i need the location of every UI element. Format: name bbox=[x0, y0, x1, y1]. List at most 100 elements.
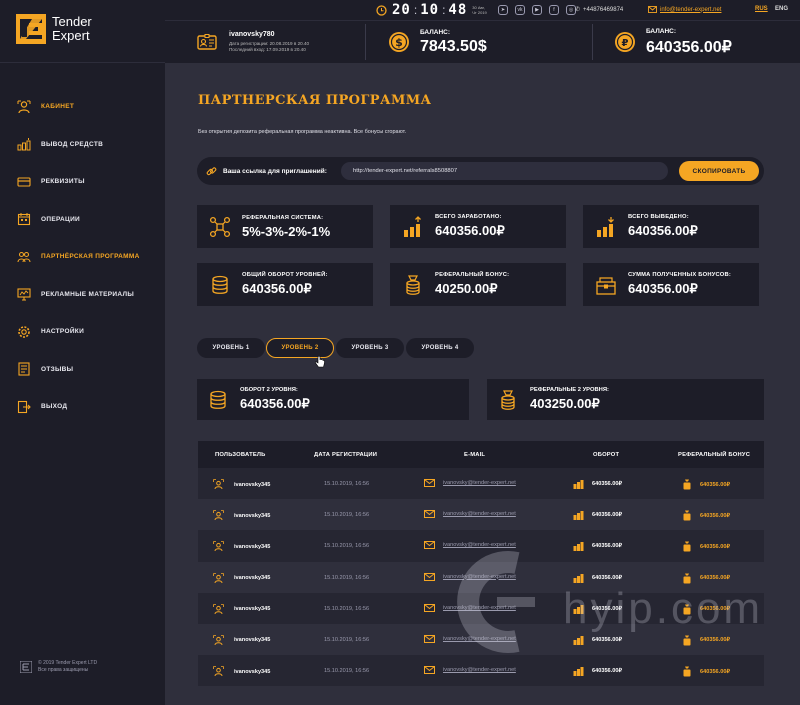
header-divider bbox=[365, 24, 366, 60]
cell-user-text: ivanovsky345 bbox=[234, 543, 271, 550]
dollar-coin-icon: $ bbox=[389, 32, 409, 52]
user-login: ivanovsky780 bbox=[229, 31, 275, 38]
bonus-icon bbox=[683, 541, 691, 552]
exit-icon bbox=[17, 400, 31, 413]
referral-link-bar: Ваша ссылка для приглашений: СКОПИРОВАТЬ bbox=[197, 157, 764, 185]
stat-label: ВСЕГО ЗАРАБОТАНО: bbox=[435, 214, 502, 220]
cell-email[interactable]: ivanovsky@tender-expert.net bbox=[424, 666, 516, 675]
cell-email-text: ivanovsky@tender-expert.net bbox=[443, 480, 516, 486]
cell-bonus: 640356.00₽ bbox=[682, 666, 730, 677]
tab-level-4[interactable]: УРОВЕНЬ 4 bbox=[406, 338, 474, 358]
monitor-icon bbox=[17, 288, 31, 301]
cell-user-text: ivanovsky345 bbox=[234, 512, 271, 519]
cell-email-text: ivanovsky@tender-expert.net bbox=[443, 635, 516, 642]
youtube-icon[interactable]: ▶ bbox=[532, 5, 542, 15]
table-row: ivanovsky345 15.10.2019, 16:56 ivanovsky@t… bbox=[198, 592, 764, 624]
sidebar-item-label: Реквизиты bbox=[41, 178, 85, 186]
cell-date: 15.10.2019, 16:56 bbox=[324, 512, 370, 519]
table-row: ivanovsky345 15.10.2019, 16:56 ivanovsky@t… bbox=[198, 530, 764, 562]
logo-text: Tender Expert bbox=[52, 15, 92, 43]
referral-link-field[interactable] bbox=[341, 162, 668, 180]
phone-text: +44876469874 bbox=[583, 6, 624, 13]
stat-label: ВСЕГО ВЫВЕДЕНО: bbox=[628, 214, 689, 220]
cell-bonus: 640356.00₽ bbox=[682, 573, 730, 584]
user-id-icon bbox=[213, 603, 224, 614]
bonus-icon bbox=[683, 635, 691, 646]
logo-line2: Expert bbox=[52, 28, 90, 43]
cell-email[interactable]: ivanovsky@tender-expert.net bbox=[424, 541, 516, 550]
sidebar-item-label: Выход bbox=[41, 403, 68, 411]
cell-email-text: ivanovsky@tender-expert.net bbox=[443, 573, 516, 580]
clock-minutes: 10 bbox=[420, 2, 440, 18]
tab-level-1[interactable]: УРОВЕНЬ 1 bbox=[197, 338, 265, 358]
coins-icon bbox=[573, 511, 584, 521]
cell-user-text: ivanovsky345 bbox=[234, 606, 271, 613]
balance-value: 640356.00₽ bbox=[646, 38, 732, 56]
coins-down-icon bbox=[597, 216, 614, 237]
sidebar-item-requisites[interactable]: Реквизиты bbox=[0, 163, 165, 201]
copy-link-button[interactable]: СКОПИРОВАТЬ bbox=[679, 161, 759, 181]
sidebar-item-withdraw[interactable]: Вывод средств bbox=[0, 126, 165, 164]
stat-ref-bonus: РЕФЕРАЛЬНЫЙ БОНУС: 40250.00₽ bbox=[390, 263, 566, 306]
user-last-login: Последний вход: 17.09.2019 в 20.40 bbox=[229, 47, 306, 52]
bonus-icon bbox=[683, 479, 691, 490]
stat-label: СУММА ПОЛУЧЕННЫХ БОНУСОВ: bbox=[628, 272, 731, 278]
cell-bonus-text: 640356.00₽ bbox=[700, 481, 731, 488]
sidebar-item-reviews[interactable]: Отзывы bbox=[0, 351, 165, 389]
svg-text:₽: ₽ bbox=[622, 38, 629, 49]
cell-user-text: ivanovsky345 bbox=[234, 668, 271, 675]
cell-bonus-text: 640356.00₽ bbox=[700, 575, 731, 582]
clock: 20 : 10 : 48 30 Авг, Чт 2019 bbox=[376, 2, 490, 18]
copyright-line2: Все права защищены bbox=[38, 667, 89, 673]
clock-separator: : bbox=[413, 3, 418, 17]
mail-icon bbox=[424, 603, 435, 612]
clock-hours: 20 bbox=[392, 2, 411, 18]
user-id-icon bbox=[213, 541, 224, 552]
phone-link[interactable]: ✆ +44876469874 bbox=[575, 6, 624, 14]
sidebar-item-ad-materials[interactable]: Рекламные материалы bbox=[0, 276, 165, 314]
cell-email[interactable]: ivanovsky@tender-expert.net bbox=[424, 634, 516, 643]
ruble-coin-icon: ₽ bbox=[615, 32, 635, 52]
cell-email[interactable]: ivanovsky@tender-expert.net bbox=[424, 479, 516, 487]
logo-block: Tender Expert bbox=[0, 0, 165, 63]
cell-email[interactable]: ivanovsky@tender-expert.net bbox=[424, 572, 516, 581]
sidebar-item-partners[interactable]: Партнёрская программа bbox=[0, 238, 165, 276]
cell-email[interactable]: ivanovsky@tender-expert.net bbox=[424, 510, 516, 519]
withdraw-icon bbox=[17, 138, 31, 151]
facebook-icon[interactable]: f bbox=[549, 5, 559, 15]
clock-separator: : bbox=[442, 3, 446, 17]
cell-bonus: 640356.00₽ bbox=[682, 479, 730, 490]
sidebar-item-settings[interactable]: Настройки bbox=[0, 313, 165, 351]
mail-icon bbox=[424, 541, 435, 550]
telegram-icon[interactable]: ➤ bbox=[498, 5, 508, 15]
balance-label: БАЛАНС: bbox=[420, 28, 451, 36]
page-title: ПАРТНЕРСКАЯ ПРОГРАММА bbox=[198, 93, 432, 108]
table-row: ivanovsky345 15.10.2019, 16:56 ivanovsky@t… bbox=[198, 561, 764, 593]
logo[interactable]: Tender Expert bbox=[16, 14, 92, 44]
cell-user: ivanovsky345 bbox=[213, 541, 270, 552]
vk-icon[interactable]: vk bbox=[515, 5, 525, 15]
col-date: ДАТА РЕГИСТРАЦИИ bbox=[314, 451, 378, 458]
email-link[interactable]: info@tender-expert.net bbox=[648, 6, 721, 13]
cell-bonus-text: 640356.00₽ bbox=[700, 512, 731, 519]
stat-total-earned: ВСЕГО ЗАРАБОТАНО: 640356.00₽ bbox=[390, 205, 566, 248]
cell-email[interactable]: ivanovsky@tender-expert.net bbox=[424, 603, 516, 612]
lang-eng[interactable]: ENG bbox=[775, 6, 788, 12]
sidebar-item-exit[interactable]: Выход bbox=[0, 388, 165, 426]
sidebar-item-label: Кабинет bbox=[41, 103, 75, 111]
chest-icon bbox=[596, 276, 616, 295]
cell-date: 15.10.2019, 16:56 bbox=[324, 574, 370, 581]
balance-rub: ₽ БАЛАНС: 640356.00₽ bbox=[614, 21, 732, 63]
mail-icon bbox=[424, 666, 435, 675]
lang-rus[interactable]: RUS bbox=[755, 6, 768, 12]
tab-level-2[interactable]: УРОВЕНЬ 2 bbox=[266, 338, 334, 358]
partner-notice: Без открытия депозита реферальная програ… bbox=[198, 129, 407, 135]
level-turnover-card: ОБОРОТ 2 УРОВНЯ: 640356.00₽ bbox=[197, 379, 469, 420]
sidebar-item-operations[interactable]: Операции bbox=[0, 201, 165, 239]
sidebar-item-cabinet[interactable]: Кабинет bbox=[0, 88, 165, 126]
cell-user: ivanovsky345 bbox=[213, 635, 270, 646]
logo-mark-icon bbox=[16, 14, 46, 44]
tab-level-3[interactable]: УРОВЕНЬ 3 bbox=[336, 338, 404, 358]
coins-up-icon bbox=[404, 215, 421, 237]
coins-icon bbox=[573, 542, 584, 552]
